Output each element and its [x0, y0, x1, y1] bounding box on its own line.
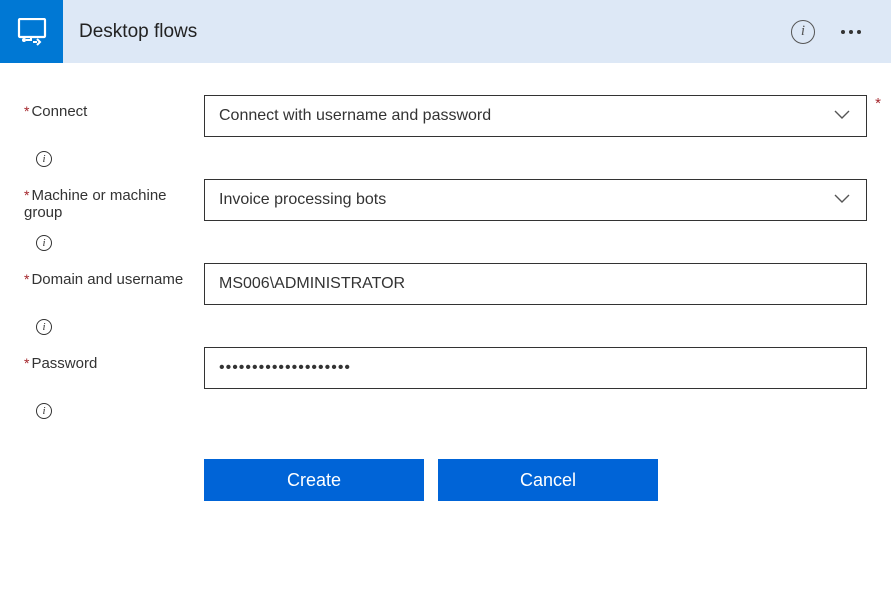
required-marker: * [875, 95, 881, 112]
info-icon[interactable] [791, 20, 815, 44]
desktop-flows-icon [0, 0, 63, 63]
connect-label: Connect [31, 103, 87, 120]
password-field[interactable] [204, 347, 867, 389]
domain-label: Domain and username [31, 271, 183, 288]
info-icon[interactable] [36, 403, 52, 419]
machine-value: Invoice processing bots [219, 191, 386, 209]
header-actions [791, 20, 891, 44]
cancel-button[interactable]: Cancel [438, 459, 658, 501]
more-button[interactable] [841, 30, 861, 34]
required-marker: * [24, 355, 29, 371]
header: Desktop flows [0, 0, 891, 63]
connect-value: Connect with username and password [219, 107, 491, 125]
password-label: Password [31, 355, 97, 372]
connection-form: *Connect Connect with username and passw… [0, 63, 891, 541]
info-icon[interactable] [36, 319, 52, 335]
create-button[interactable]: Create [204, 459, 424, 501]
required-marker: * [24, 271, 29, 287]
chevron-down-icon [834, 107, 850, 125]
chevron-down-icon [834, 191, 850, 209]
domain-username-field[interactable] [204, 263, 867, 305]
connect-select[interactable]: Connect with username and password [204, 95, 867, 137]
machine-select[interactable]: Invoice processing bots [204, 179, 867, 221]
machine-label: Machine or machine group [24, 187, 167, 221]
page-title: Desktop flows [79, 21, 791, 43]
info-icon[interactable] [36, 151, 52, 167]
required-marker: * [24, 187, 29, 203]
info-icon[interactable] [36, 235, 52, 251]
required-marker: * [24, 103, 29, 119]
